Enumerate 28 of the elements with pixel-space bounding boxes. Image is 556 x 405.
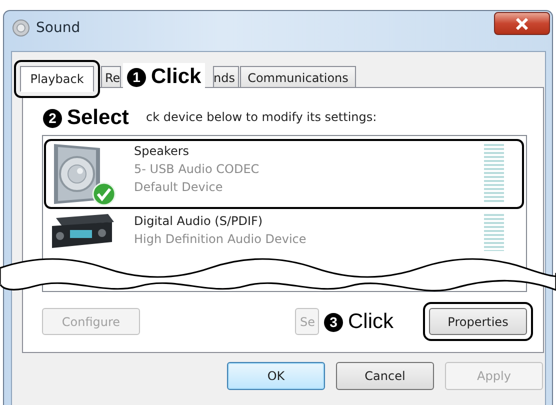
device-detail: Default Device (134, 179, 224, 196)
speaker-icon (12, 19, 30, 37)
instruction-text: ck device below to modify its settings: (146, 110, 378, 126)
device-row[interactable]: Digital Audio (S/PDIF) High Definition Audio Device (44, 209, 524, 253)
device-name: Digital Audio (S/PDIF) (134, 213, 264, 230)
dialog-button[interactable]: OK (227, 362, 325, 390)
tab[interactable]: Playback (20, 66, 94, 92)
window-title: Sound (36, 20, 80, 36)
device-name: Speakers (134, 143, 190, 160)
tab[interactable]: Re (101, 66, 121, 88)
panel-button[interactable]: Properties (429, 308, 527, 335)
step-number: 3 (324, 312, 343, 332)
level-meter (484, 214, 504, 251)
close-icon (515, 18, 529, 30)
tab[interactable]: Communications (240, 66, 356, 88)
device-detail: 5- USB Audio CODEC (134, 161, 260, 178)
level-meter (484, 144, 504, 204)
tab[interactable]: nds (213, 66, 239, 88)
callout-text: Select (67, 106, 129, 130)
receiver-icon (50, 212, 116, 251)
device-detail: High Definition Audio Device (134, 231, 308, 248)
callout-text: Click (151, 65, 202, 89)
close-button[interactable] (494, 12, 550, 35)
step-number: 1 (127, 68, 146, 86)
callout-text: Click (348, 310, 394, 334)
step-number: 2 (43, 108, 62, 128)
dialog-button[interactable]: Cancel (336, 362, 434, 390)
device-row[interactable]: Speakers 5- USB Audio CODEC Default Device (44, 139, 524, 209)
